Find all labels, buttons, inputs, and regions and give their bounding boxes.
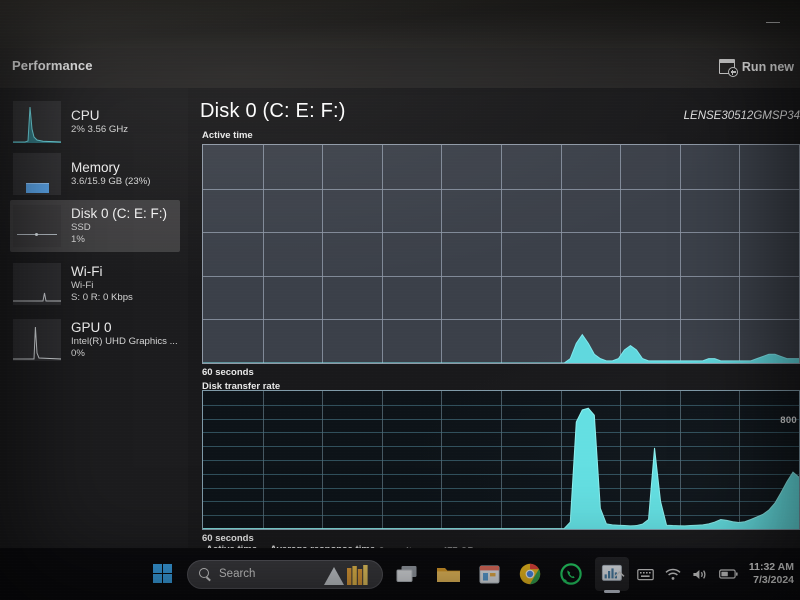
keyboard-icon[interactable] [637, 568, 654, 581]
sidebar-item-cpu-text: CPU 2% 3.56 GHz [71, 108, 128, 136]
sidebar-item-sub1: 3.6/15.9 GB (23%) [71, 176, 151, 187]
microsoft-store-icon [479, 565, 499, 583]
memory-mini-graph [13, 153, 61, 195]
taskbar-button-file-explorer[interactable] [431, 557, 465, 591]
sidebar-item-gpu0[interactable]: GPU 0 Intel(R) UHD Graphics ... 0% [10, 314, 180, 366]
sidebar-item-sub1: SSD [71, 222, 91, 233]
window-body: CPU 2% 3.56 GHz Memory 3.6/15.9 GB (23%) [0, 88, 800, 600]
show-hidden-icons-chevron-icon[interactable] [613, 568, 626, 581]
search-icon [199, 568, 211, 580]
sidebar-item-disk0-text: Disk 0 (C: E: F:) SSD 1% [71, 206, 167, 246]
system-tray: 11:32 AM 7/3/2024 [613, 554, 794, 594]
page-title: Performance [12, 58, 93, 73]
search-box[interactable]: Search [187, 559, 383, 589]
windows-logo-icon [152, 563, 174, 585]
sidebar-item-wifi-text: Wi-Fi Wi-Fi S: 0 R: 0 Kbps [71, 264, 133, 304]
task-view-icon [396, 566, 417, 582]
taskbar-button-task-view[interactable] [390, 557, 424, 591]
active-time-plot [203, 145, 799, 363]
file-explorer-icon [436, 568, 460, 582]
battery-icon[interactable] [718, 568, 738, 580]
sidebar-item-sub2: 1% [71, 234, 85, 245]
sidebar-item-disk0[interactable]: Disk 0 (C: E: F:) SSD 1% [10, 200, 180, 252]
windows-taskbar: Search 11:32 AM 7/3/2024 [0, 548, 800, 600]
chrome-icon [519, 563, 541, 585]
transfer-rate-plot [203, 391, 799, 529]
start-button[interactable] [146, 557, 180, 591]
sidebar-item-memory-text: Memory 3.6/15.9 GB (23%) [71, 160, 150, 188]
resource-sidebar: CPU 2% 3.56 GHz Memory 3.6/15.9 GB (23%) [0, 88, 188, 548]
gpu-mini-graph [13, 319, 61, 361]
taskbar-button-microsoft-store[interactable] [472, 557, 506, 591]
task-manager-screenshot: Performance Run new CPU 2% 3.56 GHz Memo… [0, 0, 800, 600]
wifi-icon[interactable] [665, 568, 681, 581]
sidebar-item-sub1: 2% 3.56 GHz [71, 124, 129, 135]
whatsapp-icon [560, 563, 582, 585]
sidebar-item-label: GPU 0 [71, 320, 112, 335]
sidebar-item-sub1: Intel(R) UHD Graphics ... [71, 336, 178, 347]
taskbar-center-group: Search [146, 554, 629, 594]
performance-header: Performance Run new [0, 48, 800, 88]
sidebar-item-label: Memory [71, 160, 120, 175]
clock-date: 7/3/2024 [753, 574, 794, 586]
disk-model-name: LENSE30512GMSP34 [683, 110, 800, 122]
sidebar-item-label: CPU [71, 108, 100, 123]
sidebar-item-cpu[interactable]: CPU 2% 3.56 GHz [10, 96, 180, 148]
search-placeholder: Search [219, 568, 256, 580]
transfer-rate-axis-label: 60 seconds [202, 533, 254, 544]
disk-title: Disk 0 (C: E: F:) [200, 100, 346, 122]
sidebar-item-sub2: S: 0 R: 0 Kbps [71, 292, 133, 303]
active-time-axis-label: 60 seconds [202, 367, 254, 378]
sidebar-item-memory[interactable]: Memory 3.6/15.9 GB (23%) [10, 148, 180, 200]
active-time-graph-label: Active time [202, 130, 253, 141]
run-new-task-icon [718, 59, 738, 77]
disk-transfer-rate-graph[interactable]: 800 [202, 390, 800, 530]
clock[interactable]: 11:32 AM 7/3/2024 [749, 561, 794, 587]
active-time-graph[interactable] [202, 144, 800, 364]
sidebar-item-wifi[interactable]: Wi-Fi Wi-Fi S: 0 R: 0 Kbps [10, 258, 180, 310]
window-titlebar [0, 0, 800, 48]
wifi-mini-graph [13, 263, 61, 305]
run-new-task-label: Run new [741, 59, 794, 74]
transfer-rate-scale-label: 800 [780, 415, 797, 426]
sidebar-item-label: Wi-Fi [71, 264, 103, 279]
disk-detail-pane: Disk 0 (C: E: F:) LENSE30512GMSP34 Activ… [188, 88, 800, 600]
volume-icon[interactable] [692, 568, 708, 581]
run-new-task-button[interactable]: Run new [713, 56, 800, 77]
sidebar-item-label: Disk 0 (C: E: F:) [71, 206, 168, 221]
taskbar-button-chrome[interactable] [513, 557, 547, 591]
sidebar-item-sub1: Wi-Fi [71, 280, 94, 291]
sidebar-item-sub2: 0% [71, 348, 85, 359]
clock-time: 11:32 AM [748, 561, 794, 573]
search-decoration-icon [324, 564, 368, 585]
minimize-button[interactable] [760, 16, 786, 30]
sidebar-item-gpu0-text: GPU 0 Intel(R) UHD Graphics ... 0% [71, 320, 178, 360]
cpu-mini-graph [13, 101, 61, 143]
taskbar-button-whatsapp[interactable] [554, 557, 588, 591]
disk-mini-graph [13, 205, 61, 247]
